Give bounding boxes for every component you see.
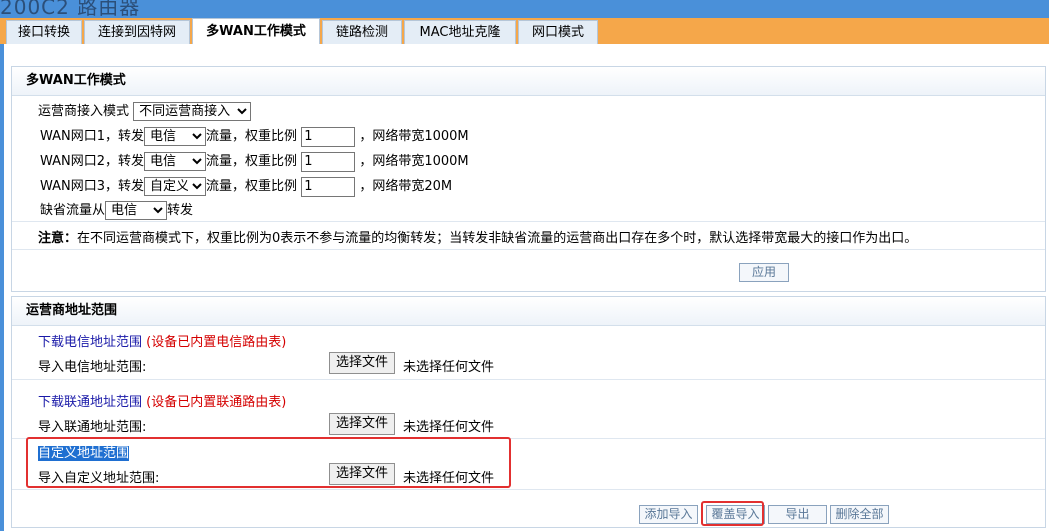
wan3-weight-input[interactable] <box>301 176 356 197</box>
note-text: 在不同运营商模式下，权重比例为0表示不参与流量的均衡转发；当转发非缺省流量的运营… <box>77 231 918 246</box>
add-import-button[interactable]: 添加导入 <box>639 505 698 524</box>
wan1-row: WAN网口1，转发电信流量，权重比例 ，网络带宽1000M <box>40 125 469 147</box>
apply-button[interactable]: 应用 <box>739 263 789 282</box>
wan2-bandwidth: ，网络带宽1000M <box>359 154 469 169</box>
overwrite-import-highlight-box <box>701 501 764 526</box>
default-route-row: 缺省流量从 电信 转发 <box>40 199 193 220</box>
wan2-weight-label: 流量，权重比例 <box>206 154 298 169</box>
wan3-bandwidth: ，网络带宽20M <box>359 179 453 194</box>
tab-multiwan-mode[interactable]: 多WAN工作模式 <box>192 18 320 44</box>
wan2-label: WAN网口2，转发 <box>40 154 145 169</box>
telecom-hint: (设备已内置电信路由表) <box>146 335 287 350</box>
wan1-label: WAN网口1，转发 <box>40 129 145 144</box>
wan3-label: WAN网口3，转发 <box>40 179 145 194</box>
unicom-hint: (设备已内置联通路由表) <box>146 395 287 410</box>
download-unicom-link[interactable]: 下载联通地址范围 <box>38 395 142 410</box>
telecom-import-label: 导入电信地址范围: <box>38 360 147 375</box>
divider <box>12 221 1045 222</box>
telecom-file-button[interactable]: 选择文件 <box>329 352 396 374</box>
window-titlebar: 200C2 路由器 <box>0 0 1049 19</box>
multiwan-heading: 多WAN工作模式 <box>12 67 1045 96</box>
telecom-link-row: 下载电信地址范围 (设备已内置电信路由表) <box>38 331 286 350</box>
window-title: 200C2 路由器 <box>0 0 141 19</box>
wan1-weight-label: 流量，权重比例 <box>206 129 298 144</box>
divider <box>12 489 1045 490</box>
wan3-weight-label: 流量，权重比例 <box>206 179 298 194</box>
note-label: 注意： <box>38 231 78 246</box>
note-row: 注意：在不同运营商模式下，权重比例为0表示不参与流量的均衡转发；当转发非缺省流量… <box>38 227 917 246</box>
wan1-weight-input[interactable] <box>301 126 356 147</box>
tab-mac-clone[interactable]: MAC地址克隆 <box>404 20 516 44</box>
tab-port-mode[interactable]: 网口模式 <box>518 20 598 44</box>
export-button[interactable]: 导出 <box>768 505 827 524</box>
isp-ranges-panel: 运营商地址范围 下载电信地址范围 (设备已内置电信路由表) 导入电信地址范围: … <box>11 296 1046 528</box>
divider <box>12 249 1045 250</box>
isp-mode-row: 运营商接入模式 不同运营商接入 <box>38 100 252 121</box>
wan1-bandwidth: ，网络带宽1000M <box>359 129 469 144</box>
unicom-import-label: 导入联通地址范围: <box>38 420 147 435</box>
default-route-suffix: 转发 <box>167 203 194 218</box>
tab-bar: 接口转换 连接到因特网 多WAN工作模式 链路检测 MAC地址克隆 网口模式 <box>0 18 1049 44</box>
tab-internet-connect[interactable]: 连接到因特网 <box>84 20 190 44</box>
isp-mode-select[interactable]: 不同运营商接入 <box>133 102 252 121</box>
unicom-link-row: 下载联通地址范围 (设备已内置联通路由表) <box>38 391 286 410</box>
default-route-label: 缺省流量从 <box>40 203 106 218</box>
delete-all-button[interactable]: 删除全部 <box>830 505 889 524</box>
wan3-row: WAN网口3，转发自定义流量，权重比例 ，网络带宽20M <box>40 175 452 197</box>
unicom-file-button[interactable]: 选择文件 <box>329 413 396 435</box>
tab-link-detect[interactable]: 链路检测 <box>322 20 402 44</box>
wan2-weight-input[interactable] <box>301 151 356 172</box>
download-telecom-link[interactable]: 下载电信地址范围 <box>38 335 142 350</box>
isp-mode-label: 运营商接入模式 <box>38 104 130 119</box>
wan1-isp-select[interactable]: 电信 <box>144 127 207 146</box>
unicom-file-status: 未选择任何文件 <box>403 420 495 435</box>
content-frame: 多WAN工作模式 运营商接入模式 不同运营商接入 WAN网口1，转发 电信 流量，权… <box>4 44 1049 531</box>
wan2-row: WAN网口2，转发电信流量，权重比例 ，网络带宽1000M <box>40 150 469 172</box>
wan2-isp-select[interactable]: 电信 <box>144 152 207 171</box>
telecom-file-status: 未选择任何文件 <box>403 360 495 375</box>
isp-ranges-heading: 运营商地址范围 <box>12 297 1045 326</box>
divider <box>12 379 1045 380</box>
default-isp-select[interactable]: 电信 <box>105 201 168 220</box>
tab-interface-convert[interactable]: 接口转换 <box>6 20 82 44</box>
custom-range-highlight-box <box>26 437 511 488</box>
wan3-isp-select[interactable]: 自定义 <box>144 177 207 196</box>
multiwan-panel: 多WAN工作模式 运营商接入模式 不同运营商接入 WAN网口1，转发 电信 流量，权… <box>11 66 1046 292</box>
